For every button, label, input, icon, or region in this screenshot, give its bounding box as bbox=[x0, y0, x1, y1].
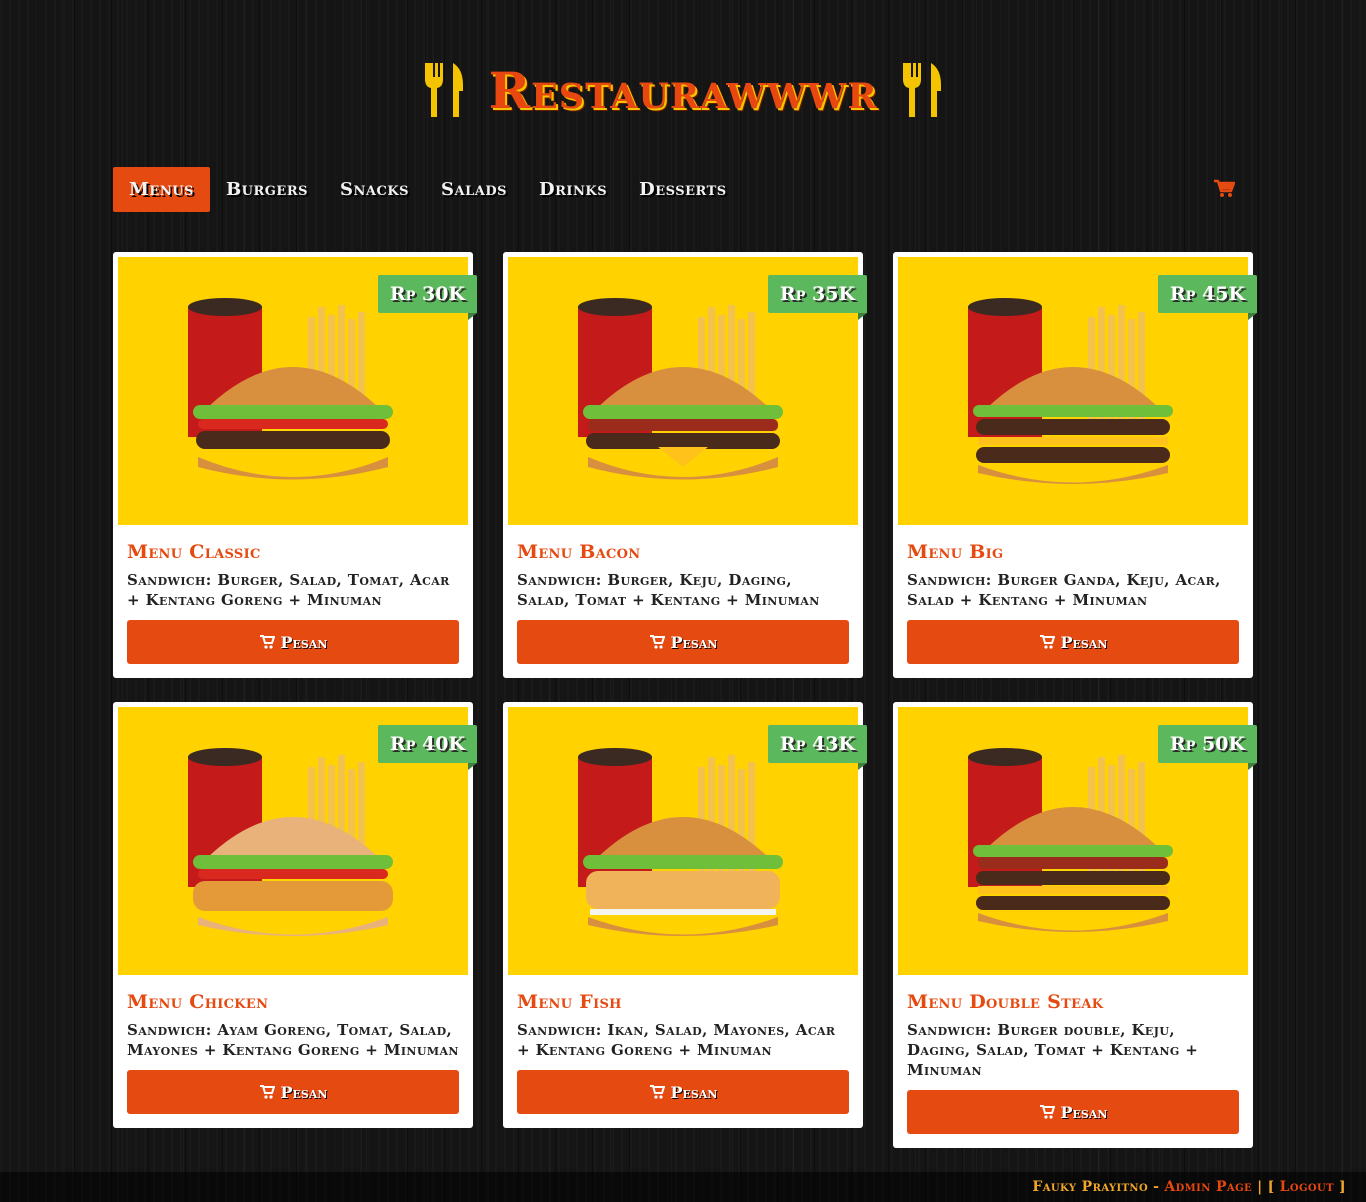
cart-icon bbox=[649, 635, 665, 649]
menu-image: Rp 35K bbox=[508, 257, 868, 525]
menu-card: Rp 43K Menu Fish Sandwich: Ikan, Salad, … bbox=[503, 702, 868, 1128]
order-button-label: Pesan bbox=[670, 632, 718, 652]
price-badge: Rp 43K bbox=[767, 725, 868, 770]
nav-item-burgers[interactable]: Burgers bbox=[210, 167, 324, 212]
order-button-label: Pesan bbox=[670, 1082, 718, 1102]
menu-card: Rp 35K Menu Bacon Sandwich: Burger, Keju… bbox=[503, 252, 868, 678]
menu-image: Rp 40K bbox=[118, 707, 478, 975]
cart-icon bbox=[259, 1085, 275, 1099]
menu-title: Menu Chicken bbox=[127, 991, 269, 1013]
user-name: Fauky Prayitno bbox=[1032, 1179, 1149, 1195]
cart-icon bbox=[259, 635, 275, 649]
menu-card: Rp 50K Menu Double Steak Sandwich: Burge… bbox=[893, 702, 1258, 1148]
price-badge: Rp 30K bbox=[377, 275, 478, 320]
cart-icon bbox=[1039, 1105, 1055, 1119]
order-button[interactable]: Pesan bbox=[517, 620, 849, 664]
main-nav: Menus Burgers Snacks Salads Drinks Desse… bbox=[113, 167, 1253, 212]
price-badge: Rp 50K bbox=[1157, 725, 1258, 770]
menu-title: Menu Big bbox=[907, 541, 1004, 563]
site-header: Restaurawwwr bbox=[0, 55, 1366, 125]
site-title: Restaurawwwr bbox=[488, 60, 878, 120]
footer-bracket-open: [ bbox=[1267, 1179, 1275, 1195]
logout-link[interactable]: Logout bbox=[1280, 1179, 1334, 1195]
menu-image: Rp 43K bbox=[508, 707, 868, 975]
nav-item-menus[interactable]: Menus bbox=[113, 167, 210, 212]
order-button-label: Pesan bbox=[280, 1082, 328, 1102]
menu-image: Rp 45K bbox=[898, 257, 1258, 525]
price-badge: Rp 40K bbox=[377, 725, 478, 770]
menu-description: Sandwich: Ikan, Salad, Mayones, Acar + K… bbox=[517, 1021, 836, 1059]
admin-page-link[interactable]: Admin Page bbox=[1164, 1179, 1252, 1195]
menu-card: Rp 40K Menu Chicken Sandwich: Ayam Goren… bbox=[113, 702, 478, 1128]
menu-title: Menu Classic bbox=[127, 541, 261, 563]
nav-item-drinks[interactable]: Drinks bbox=[523, 167, 623, 212]
order-button[interactable]: Pesan bbox=[907, 620, 1239, 664]
nav-item-salads[interactable]: Salads bbox=[425, 167, 523, 212]
order-button-label: Pesan bbox=[1060, 1102, 1108, 1122]
cart-icon[interactable] bbox=[1213, 177, 1235, 199]
nav-item-snacks[interactable]: Snacks bbox=[324, 167, 425, 212]
price-badge: Rp 35K bbox=[767, 275, 868, 320]
menu-title: Menu Fish bbox=[517, 991, 622, 1013]
menu-card: Rp 45K Menu Big Sandwich: Burger Ganda, … bbox=[893, 252, 1258, 678]
menu-description: Sandwich: Burger, Keju, Daging, Salad, T… bbox=[517, 571, 820, 609]
footer-bracket-close: ] bbox=[1338, 1179, 1346, 1195]
order-button[interactable]: Pesan bbox=[907, 1090, 1239, 1134]
menu-image: Rp 30K bbox=[118, 257, 478, 525]
footer-dash: - bbox=[1153, 1179, 1160, 1195]
fork-knife-icon bbox=[903, 63, 942, 117]
menu-description: Sandwich: Ayam Goreng, Tomat, Salad, May… bbox=[127, 1021, 459, 1059]
order-button[interactable]: Pesan bbox=[127, 620, 459, 664]
order-button-label: Pesan bbox=[280, 632, 328, 652]
menu-description: Sandwich: Burger Ganda, Keju, Acar, Sala… bbox=[907, 571, 1221, 609]
menu-image: Rp 50K bbox=[898, 707, 1258, 975]
menu-card: Rp 30K Menu Classic Sandwich: Burger, Sa… bbox=[113, 252, 478, 678]
footer: Fauky Prayitno - Admin Page | [ Logout ] bbox=[0, 1172, 1366, 1202]
menu-description: Sandwich: Burger double, Keju, Daging, S… bbox=[907, 1021, 1199, 1079]
cart-icon bbox=[649, 1085, 665, 1099]
order-button[interactable]: Pesan bbox=[517, 1070, 849, 1114]
nav-item-desserts[interactable]: Desserts bbox=[623, 167, 743, 212]
cart-icon bbox=[1039, 635, 1055, 649]
footer-divider: | bbox=[1257, 1179, 1263, 1195]
menu-description: Sandwich: Burger, Salad, Tomat, Acar + K… bbox=[127, 571, 450, 609]
order-button[interactable]: Pesan bbox=[127, 1070, 459, 1114]
fork-knife-icon bbox=[424, 63, 463, 117]
order-button-label: Pesan bbox=[1060, 632, 1108, 652]
menu-title: Menu Double Steak bbox=[907, 991, 1104, 1013]
price-badge: Rp 45K bbox=[1157, 275, 1258, 320]
menu-title: Menu Bacon bbox=[517, 541, 641, 563]
